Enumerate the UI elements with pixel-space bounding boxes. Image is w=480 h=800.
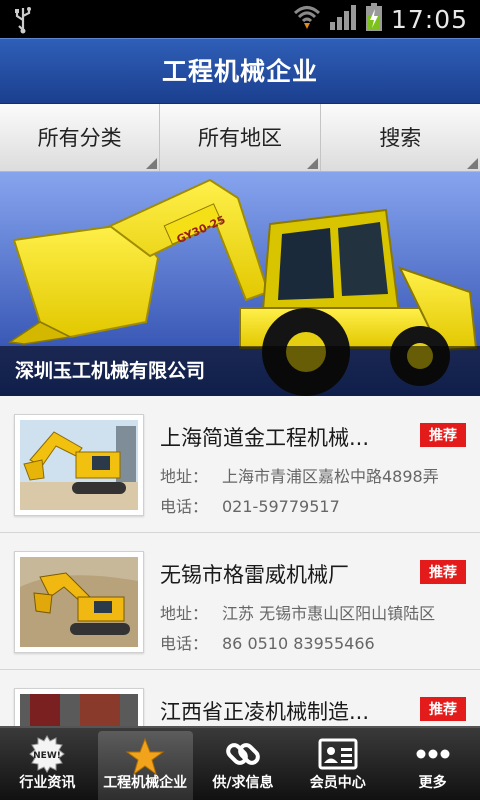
- company-name: 无锡市格雷威机械厂: [160, 563, 349, 587]
- search-button[interactable]: 搜索: [321, 104, 480, 171]
- company-list[interactable]: 上海简道金工程机械... 推荐 地址： 上海市青浦区嘉松中路4898弄 电话： 02…: [0, 396, 480, 726]
- status-bar: 17:05: [0, 0, 480, 38]
- dropdown-corner-icon: [466, 158, 478, 169]
- company-phone: 电话： 021-59779517: [160, 493, 466, 517]
- excavator-image: [20, 420, 138, 510]
- wifi-icon: [293, 4, 321, 34]
- excavator-image: [20, 557, 138, 647]
- filter-category-button[interactable]: 所有分类: [0, 104, 161, 171]
- company-thumbnail: [14, 414, 144, 516]
- address-value: 上海市青浦区嘉松中路4898弄: [222, 467, 439, 486]
- list-item[interactable]: 江西省正凌机械制造... 推荐: [0, 670, 480, 726]
- new-badge-icon: NEW!: [29, 735, 66, 773]
- usb-icon: [12, 6, 34, 38]
- battery-icon: [365, 3, 383, 35]
- company-address: 地址： 上海市青浦区嘉松中路4898弄: [160, 463, 466, 487]
- company-address: 地址： 江苏 无锡市惠山区阳山镇陆区: [160, 600, 466, 624]
- member-card-icon: [318, 738, 358, 770]
- more-dots-icon: [416, 749, 450, 759]
- company-thumbnail: [14, 688, 144, 726]
- list-item[interactable]: 上海简道金工程机械... 推荐 地址： 上海市青浦区嘉松中路4898弄 电话： 02…: [0, 396, 480, 533]
- dropdown-corner-icon: [146, 158, 158, 169]
- nav-machinery-companies[interactable]: 工程机械企业: [97, 731, 193, 800]
- address-label: 地址：: [160, 604, 209, 623]
- nav-supply-demand[interactable]: 供/求信息: [196, 728, 291, 800]
- recommend-badge: 推荐: [420, 697, 466, 721]
- banner-carousel[interactable]: GY30-25 深圳玉工机械有限公司: [0, 172, 480, 396]
- nav-label: 供/求信息: [212, 775, 274, 791]
- banner-caption: 深圳玉工机械有限公司: [15, 360, 206, 382]
- phone-value: 86 0510 83955466: [222, 634, 375, 653]
- company-phone: 电话： 86 0510 83955466: [160, 630, 466, 654]
- page-title: 工程机械企业: [161, 57, 318, 86]
- company-name: 上海简道金工程机械...: [160, 426, 370, 450]
- filter-region-button[interactable]: 所有地区: [160, 104, 321, 171]
- address-value: 江苏 无锡市惠山区阳山镇陆区: [222, 604, 436, 623]
- nav-label: 行业资讯: [19, 775, 76, 791]
- nav-label: 更多: [418, 775, 447, 791]
- phone-label: 电话：: [160, 634, 209, 653]
- nav-label: 会员中心: [309, 775, 366, 791]
- recommend-badge: 推荐: [420, 560, 466, 584]
- recommend-badge: 推荐: [420, 423, 466, 447]
- nav-industry-news[interactable]: NEW! 行业资讯: [0, 728, 95, 800]
- title-bar: 工程机械企业: [0, 38, 480, 104]
- nav-label: 工程机械企业: [103, 775, 188, 791]
- banner-caption-bar: 深圳玉工机械有限公司: [0, 346, 480, 396]
- star-icon: [125, 737, 165, 776]
- address-label: 地址：: [160, 467, 209, 486]
- status-time: 17:05: [390, 4, 468, 34]
- nav-more[interactable]: 更多: [385, 728, 480, 800]
- list-item[interactable]: 无锡市格雷威机械厂 推荐 地址： 江苏 无锡市惠山区阳山镇陆区 电话： 86 051…: [0, 533, 480, 670]
- company-thumbnail: [14, 551, 144, 653]
- svg-text:NEW!: NEW!: [34, 751, 62, 761]
- search-label: 搜索: [379, 126, 422, 150]
- nav-member-center[interactable]: 会员中心: [290, 728, 385, 800]
- filter-bar: 所有分类 所有地区 搜索: [0, 104, 480, 172]
- link-icon: [226, 743, 260, 765]
- factory-image: [20, 694, 138, 726]
- filter-category-label: 所有分类: [37, 126, 122, 150]
- bottom-nav: NEW! 行业资讯 工程机械企业 供/求信息 会员中心 更多: [0, 726, 480, 800]
- dropdown-corner-icon: [306, 158, 318, 169]
- filter-region-label: 所有地区: [197, 126, 282, 150]
- company-name: 江西省正凌机械制造...: [160, 700, 370, 724]
- phone-value: 021-59779517: [222, 497, 340, 516]
- phone-label: 电话：: [160, 497, 209, 516]
- signal-icon: [329, 4, 357, 34]
